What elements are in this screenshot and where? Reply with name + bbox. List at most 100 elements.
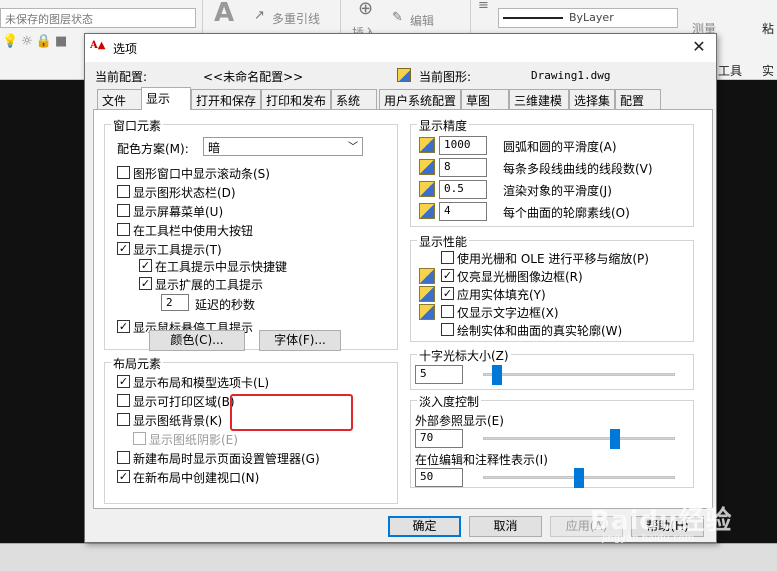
silhouettes-label[interactable]: 绘制实体和曲面的真实轮廓(W) bbox=[457, 322, 622, 339]
text-frame-label[interactable]: 仅显示文字边框(X) bbox=[457, 304, 559, 321]
true-fill-label[interactable]: 应用实体填充(Y) bbox=[457, 286, 546, 303]
crosshair-size-slider[interactable] bbox=[492, 365, 503, 385]
tooltips-checkbox[interactable]: ✓ bbox=[117, 242, 130, 255]
status-bar-label[interactable]: 显示图形状态栏(D) bbox=[133, 184, 236, 201]
display-resolution-group: 显示精度 1000 圆弧和圆的平滑度(A) 8 每条多段线曲线的线段数(V) 0… bbox=[410, 117, 694, 227]
pan-zoom-raster-checkbox[interactable] bbox=[441, 251, 454, 264]
true-fill-checkbox[interactable]: ✓ bbox=[441, 287, 454, 300]
watermark-logo: Baidu经验 bbox=[590, 506, 733, 536]
layout-elements-group: 布局元素 ✓ 显示布局和模型选项卡(L) 显示可打印区域(B) 显示图纸背景(K… bbox=[104, 355, 398, 504]
drawing-saved-icon bbox=[419, 268, 435, 284]
current-profile-label: 当前配置: bbox=[95, 70, 148, 84]
scrollbars-label[interactable]: 图形窗口中显示滚动条(S) bbox=[133, 165, 270, 182]
multileader-label[interactable]: 多重引线 bbox=[272, 10, 320, 27]
pan-zoom-raster-label[interactable]: 使用光栅和 OLE 进行平移与缩放(P) bbox=[457, 250, 649, 267]
tools-menu-label[interactable]: 工具 bbox=[718, 62, 742, 79]
rollover-tooltips-checkbox[interactable]: ✓ bbox=[117, 320, 130, 333]
create-viewport-checkbox[interactable]: ✓ bbox=[117, 470, 130, 483]
page-setup-manager-checkbox[interactable] bbox=[117, 451, 130, 464]
color-scheme-select[interactable]: 暗 ﹀ bbox=[203, 137, 363, 156]
linetype-combo[interactable]: ByLayer bbox=[498, 8, 678, 28]
tab-files[interactable]: 文件 bbox=[97, 89, 143, 109]
layer-toolbar-icons[interactable]: 💡☼🔒■ bbox=[2, 34, 70, 49]
screen-menu-checkbox[interactable] bbox=[117, 204, 130, 217]
current-drawing-value: Drawing1.dwg bbox=[531, 69, 611, 82]
inplace-edit-slider[interactable] bbox=[574, 468, 584, 488]
scrollbars-checkbox[interactable] bbox=[117, 166, 130, 179]
rendered-smoothness-input[interactable]: 0.5 bbox=[439, 180, 487, 199]
shortcut-keys-label[interactable]: 在工具提示中显示快捷键 bbox=[155, 258, 287, 275]
screen-menu-label[interactable]: 显示屏幕菜单(U) bbox=[133, 203, 223, 220]
display-resolution-title: 显示精度 bbox=[417, 117, 470, 134]
xref-display-label: 外部参照显示(E) bbox=[415, 414, 504, 428]
dialog-title: 选项 bbox=[113, 42, 138, 56]
inplace-edit-input[interactable]: 50 bbox=[415, 468, 463, 487]
polyline-segments-label: 每条多段线曲线的线段数(V) bbox=[503, 162, 653, 176]
extended-tooltips-checkbox[interactable]: ✓ bbox=[139, 277, 152, 290]
polyline-segments-input[interactable]: 8 bbox=[439, 158, 487, 177]
tab-plot-publish[interactable]: 打印和发布 bbox=[261, 89, 331, 109]
page-setup-manager-label[interactable]: 新建布局时显示页面设置管理器(G) bbox=[133, 450, 320, 467]
tooltips-label[interactable]: 显示工具提示(T) bbox=[133, 241, 222, 258]
fade-control-group: 淡入度控制 外部参照显示(E) 70 在位编辑和注释性表示(I) 50 bbox=[410, 393, 694, 488]
delay-seconds-input[interactable]: 2 bbox=[161, 294, 189, 311]
create-viewport-label[interactable]: 在新布局中创建视口(N) bbox=[133, 469, 259, 486]
tab-user-preferences[interactable]: 用户系统配置 bbox=[379, 89, 461, 109]
text-a-icon[interactable]: A bbox=[214, 0, 234, 28]
close-button[interactable]: ✕ bbox=[686, 36, 712, 58]
bylayer-label: ByLayer bbox=[569, 11, 614, 24]
xref-display-input[interactable]: 70 bbox=[415, 429, 463, 448]
extended-tooltips-label[interactable]: 显示扩展的工具提示 bbox=[155, 276, 263, 293]
lineweight-icon[interactable]: ≡ bbox=[478, 0, 489, 13]
status-bar-checkbox[interactable] bbox=[117, 185, 130, 198]
current-drawing-label: 当前图形: bbox=[419, 70, 472, 84]
dialog-titlebar[interactable]: A▲ 选项 ✕ bbox=[85, 34, 716, 62]
colors-button[interactable]: 颜色(C)... bbox=[149, 330, 245, 351]
printable-area-label[interactable]: 显示可打印区域(B) bbox=[133, 393, 235, 410]
tab-system[interactable]: 系统 bbox=[331, 89, 377, 109]
drawing-saved-icon bbox=[419, 137, 435, 153]
paste-label[interactable]: 粘 bbox=[762, 20, 774, 37]
layout-tabs-label[interactable]: 显示布局和模型选项卡(L) bbox=[133, 374, 269, 391]
tab-selection[interactable]: 选择集 bbox=[569, 89, 615, 109]
large-buttons-label[interactable]: 在工具栏中使用大按钮 bbox=[133, 222, 253, 239]
tab-3d-modeling[interactable]: 三维建模 bbox=[509, 89, 569, 109]
layer-state-combo[interactable]: 未保存的图层状态 bbox=[0, 8, 196, 28]
silhouettes-checkbox[interactable] bbox=[441, 323, 454, 336]
options-dialog: A▲ 选项 ✕ 当前配置: <<未命名配置>> 当前图形: Drawing1.d… bbox=[84, 33, 717, 543]
xref-display-track[interactable] bbox=[483, 437, 675, 440]
multileader-icon[interactable]: ↗ bbox=[254, 8, 265, 23]
contour-lines-input[interactable]: 4 bbox=[439, 202, 487, 221]
large-buttons-checkbox[interactable] bbox=[117, 223, 130, 236]
tab-display[interactable]: 显示 bbox=[141, 87, 191, 110]
fonts-button[interactable]: 字体(F)... bbox=[259, 330, 341, 351]
tab-drafting[interactable]: 草图 bbox=[461, 89, 509, 109]
cancel-button[interactable]: 取消 bbox=[469, 516, 542, 537]
tab-open-save[interactable]: 打开和保存 bbox=[191, 89, 261, 109]
highlight-raster-frame-label[interactable]: 仅亮显光栅图像边框(R) bbox=[457, 268, 583, 285]
xref-display-slider[interactable] bbox=[610, 429, 621, 449]
edit-label[interactable]: 编辑 bbox=[410, 12, 434, 29]
drawing-saved-icon bbox=[419, 304, 435, 320]
highlight-raster-frame-checkbox[interactable]: ✓ bbox=[441, 269, 454, 282]
drawing-saved-icon bbox=[419, 181, 435, 197]
inplace-edit-label: 在位编辑和注释性表示(I) bbox=[415, 453, 548, 467]
insert-block-icon[interactable]: ⊕ bbox=[358, 0, 373, 19]
paper-background-label[interactable]: 显示图纸背景(K) bbox=[133, 412, 222, 429]
edit-icon[interactable]: ✎ bbox=[392, 10, 403, 25]
crosshair-size-track[interactable] bbox=[483, 373, 675, 376]
text-frame-checkbox[interactable] bbox=[441, 305, 454, 318]
arc-smoothness-input[interactable]: 1000 bbox=[439, 136, 487, 155]
watermark-url: jingyan.baidu.com bbox=[602, 533, 695, 544]
tab-profiles[interactable]: 配置 bbox=[615, 89, 661, 109]
ok-button[interactable]: 确定 bbox=[388, 516, 461, 537]
layout-tabs-checkbox[interactable]: ✓ bbox=[117, 375, 130, 388]
display-performance-group: 显示性能 使用光栅和 OLE 进行平移与缩放(P) ✓ 仅亮显光栅图像边框(R)… bbox=[410, 233, 694, 342]
paper-background-checkbox[interactable] bbox=[117, 413, 130, 426]
arc-smoothness-label: 圆弧和圆的平滑度(A) bbox=[503, 140, 617, 154]
shortcut-keys-checkbox[interactable]: ✓ bbox=[139, 259, 152, 272]
crosshair-size-title: 十字光标大小(Z) bbox=[417, 347, 511, 364]
display-performance-title: 显示性能 bbox=[417, 233, 470, 250]
printable-area-checkbox[interactable] bbox=[117, 394, 130, 407]
crosshair-size-input[interactable]: 5 bbox=[415, 365, 463, 384]
